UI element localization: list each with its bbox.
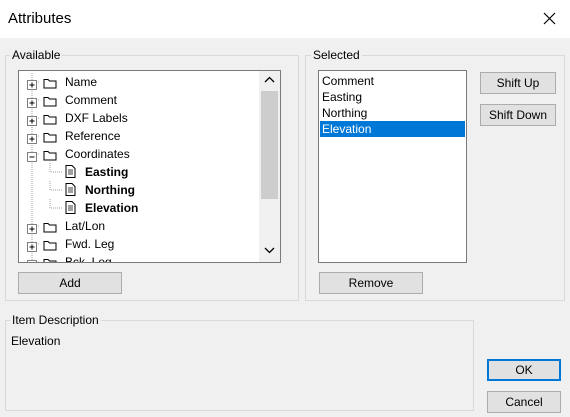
tree-rows: Name Comment DXF Labels Reference Coordinate… <box>19 71 257 262</box>
plus-box-icon[interactable] <box>27 257 37 262</box>
chevron-up-icon[interactable] <box>259 71 280 89</box>
tree-item[interactable]: Northing <box>19 181 255 199</box>
scroll-thumb[interactable] <box>261 91 278 199</box>
tree-item-label: Bck. Leg <box>65 255 112 263</box>
tree-item-label: Fwd. Leg <box>65 237 115 251</box>
list-item[interactable]: Northing <box>320 105 465 121</box>
cancel-button[interactable]: Cancel <box>487 391 561 413</box>
tree-item[interactable]: DXF Labels <box>19 109 255 127</box>
selected-list[interactable]: Comment Easting Northing Elevation <box>318 70 467 263</box>
tree-item[interactable]: Coordinates <box>19 145 255 163</box>
selected-legend: Selected <box>311 48 362 62</box>
chevron-down-icon[interactable] <box>259 241 280 259</box>
tree-item-label: DXF Labels <box>65 111 128 125</box>
list-item[interactable]: Easting <box>320 89 465 105</box>
tree-item[interactable]: Bck. Leg <box>19 253 255 263</box>
title-bar <box>0 0 570 38</box>
list-item[interactable]: Elevation <box>320 121 465 137</box>
tree-item-label: Comment <box>65 93 118 107</box>
available-legend: Available <box>10 48 63 62</box>
tree-item[interactable]: Reference <box>19 127 255 145</box>
selected-rows: Comment Easting Northing Elevation <box>319 73 466 253</box>
tree-item-label: Northing <box>85 183 135 197</box>
list-item[interactable]: Comment <box>320 73 465 89</box>
add-button[interactable]: Add <box>18 272 122 294</box>
tree-item[interactable]: Name <box>19 73 255 91</box>
tree-item[interactable]: Lat/Lon <box>19 217 255 235</box>
ok-button[interactable]: OK <box>487 359 561 381</box>
tree-item[interactable]: Comment <box>19 91 255 109</box>
tree-scrollbar[interactable] <box>259 71 280 262</box>
tree-item-label: Reference <box>65 129 121 143</box>
tree-item-label: Elevation <box>85 201 139 215</box>
remove-button[interactable]: Remove <box>319 272 423 294</box>
tree-item-label: Lat/Lon <box>65 219 106 233</box>
shift-down-button[interactable]: Shift Down <box>480 104 556 126</box>
tree-item[interactable]: Elevation <box>19 199 255 217</box>
tree-item[interactable]: Easting <box>19 163 255 181</box>
description-legend: Item Description <box>10 313 101 327</box>
description-text: Elevation <box>11 334 61 348</box>
tree-item-label: Name <box>65 75 98 89</box>
tree-item-label: Easting <box>85 165 129 179</box>
available-tree[interactable]: Name Comment DXF Labels Reference Coordinate… <box>18 70 281 263</box>
folder-icon <box>43 256 57 262</box>
description-group <box>5 320 474 411</box>
tree-item[interactable]: Fwd. Leg <box>19 235 255 253</box>
shift-up-button[interactable]: Shift Up <box>480 72 556 94</box>
close-icon[interactable] <box>538 8 562 30</box>
tree-item-label: Coordinates <box>65 147 130 161</box>
window-title: Attributes <box>8 10 72 27</box>
